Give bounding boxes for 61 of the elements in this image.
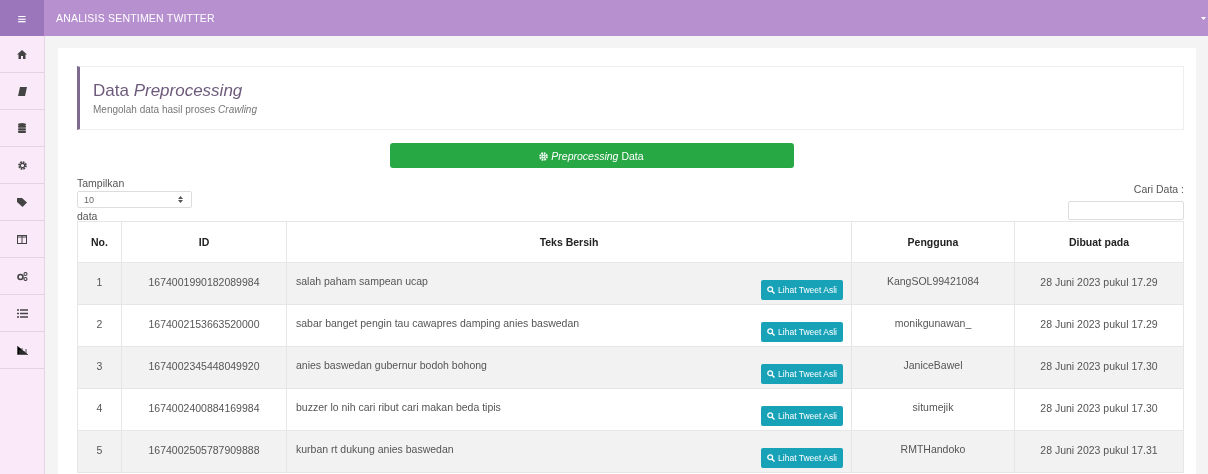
columns-icon	[17, 234, 27, 244]
table-cell: RMTHandoko	[900, 443, 966, 455]
page-size-select[interactable]: 10	[77, 191, 192, 208]
table-cell: 2	[96, 318, 103, 330]
table-cell: 1674002400884169984	[148, 402, 260, 414]
table-cell: 1	[96, 276, 103, 288]
table-cell: 4	[96, 402, 103, 414]
sort-icon	[178, 196, 183, 203]
tag-icon	[17, 197, 27, 207]
search-field[interactable]	[1068, 201, 1184, 220]
book-icon	[17, 86, 27, 96]
database-icon	[18, 123, 26, 133]
table-cell: KangSOL99421084	[886, 275, 980, 287]
column-header: Dibuat pada	[1014, 221, 1184, 263]
list-icon	[16, 308, 28, 318]
table-cell: 3	[96, 360, 103, 372]
column-header: Teks Bersih	[286, 221, 852, 263]
table-cell-text: buzzer lo nih cari ribut cari makan beda tipis	[296, 400, 501, 415]
page-subtitle: Mengolah data hasil proses Crawling	[93, 104, 258, 115]
table-cell: JaniceBawel	[903, 359, 963, 371]
table-cell: monikgunawan_	[894, 317, 972, 329]
table-cell: situmejik	[912, 401, 954, 413]
view-tweet-button[interactable]: Lihat Tweet Asli	[761, 322, 843, 342]
table-cell-text: anies baswedan gubernur bodoh bohong	[296, 358, 487, 373]
caret-icon[interactable]	[1201, 16, 1206, 20]
column-header: Pengguna	[851, 221, 1015, 263]
view-tweet-button[interactable]: Lihat Tweet Asli	[761, 448, 843, 468]
view-tweet-button[interactable]: Lihat Tweet Asli	[761, 280, 843, 300]
table-cell-text: kurban rt dukung anies baswedan	[296, 442, 454, 457]
table-cell: 28 Juni 2023 pukul 17.29	[1040, 318, 1158, 330]
search-icon	[767, 412, 776, 420]
table-cell: 28 Juni 2023 pukul 17.30	[1040, 360, 1158, 372]
table-cell: 1674002153663520000	[148, 318, 260, 330]
search-icon	[767, 286, 776, 294]
view-tweet-button[interactable]: Lihat Tweet Asli	[761, 406, 843, 426]
gear-icon	[17, 160, 27, 170]
table-cell: 1674001990182089984	[148, 276, 260, 288]
search-icon	[767, 454, 776, 462]
show-label: Tampilkan	[77, 177, 126, 189]
table-cell-text: salah paham sampean ucap	[296, 274, 428, 289]
search-icon	[767, 370, 776, 378]
app-title: ANALISIS SENTIMEN TWITTER	[56, 12, 215, 24]
table-cell: 28 Juni 2023 pukul 17.30	[1040, 402, 1158, 414]
preprocessing-button[interactable]: Preprocessing Data	[389, 143, 794, 168]
column-header: No.	[77, 221, 122, 263]
view-tweet-button[interactable]: Lihat Tweet Asli	[761, 364, 843, 384]
table-cell: 28 Juni 2023 pukul 17.29	[1040, 276, 1158, 288]
table-cell: 1674002505787909888	[148, 444, 260, 456]
table-cell: 5	[96, 444, 103, 456]
table-cell: 28 Juni 2023 pukul 17.31	[1040, 444, 1158, 456]
show-label-suffix: data	[77, 210, 99, 222]
search-icon	[767, 328, 776, 336]
column-header: ID	[121, 221, 287, 263]
home-icon	[17, 49, 27, 59]
gear-icon	[539, 151, 549, 161]
cogs-icon	[16, 271, 28, 281]
menu-button[interactable]: ≡	[0, 0, 44, 36]
table-cell: 1674002345448049920	[148, 360, 260, 372]
page-title: Data Preprocessing	[93, 81, 244, 101]
table-cell-text: sabar banget pengin tau cawapres damping anies baswedan	[296, 316, 580, 331]
search-label: Cari Data :	[1133, 183, 1184, 195]
